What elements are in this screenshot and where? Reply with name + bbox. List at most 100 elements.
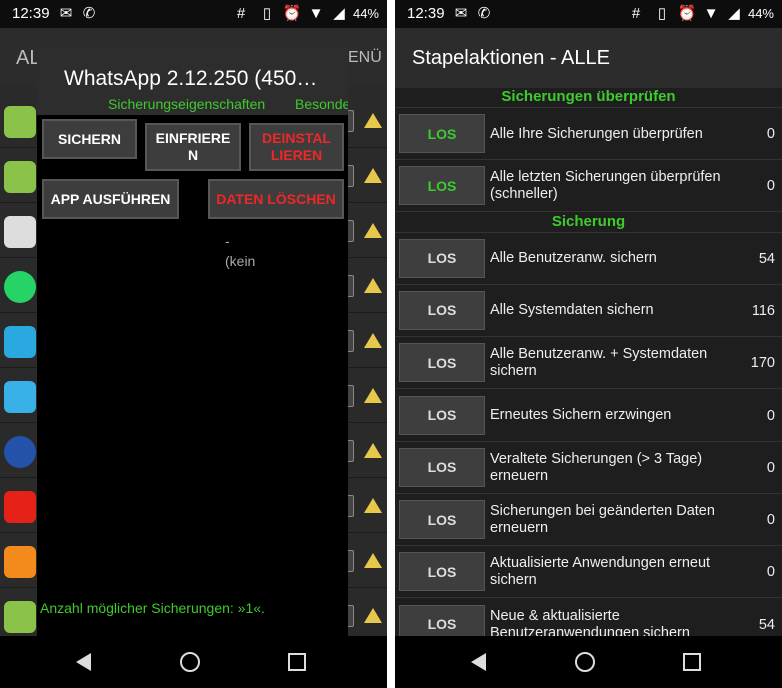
action-count: 54 — [758, 250, 775, 267]
los-button[interactable]: LOS — [399, 343, 485, 383]
batch-action-row: LOS Alle Ihre Sicherungen überprüfen 0 — [395, 108, 782, 160]
recents-icon[interactable] — [288, 653, 306, 671]
batch-action-row: LOS Alle Benutzeranw. + Systemdaten siche… — [395, 337, 782, 390]
los-button[interactable]: LOS — [399, 500, 485, 540]
batch-action-row: LOS Alle Benutzeranw. sichern 54 — [395, 233, 782, 285]
signal-icon: ◢ — [333, 5, 345, 22]
action-label: Alle Systemdaten sichern — [490, 302, 654, 319]
warning-icon — [364, 113, 382, 128]
android-icon — [4, 106, 36, 138]
warning-icon — [364, 333, 382, 348]
battery-percent: 44% — [747, 6, 774, 21]
status-bar: 12:39 ✉ ✆ # ▯ ⏰ ▼ ◢ 44% — [0, 0, 387, 28]
action-count: 0 — [766, 126, 775, 142]
warning-icon — [364, 223, 382, 238]
alarm-icon: ⏰ — [282, 5, 302, 22]
android-icon — [4, 601, 36, 633]
dialog-none-text: (kein — [225, 253, 255, 269]
los-button[interactable]: LOS — [399, 114, 485, 153]
mail-icon: ✉ — [59, 5, 73, 22]
page-title: Stapelaktionen - ALLE — [412, 47, 610, 69]
los-button[interactable]: LOS — [399, 166, 485, 206]
section-header: Sicherung — [395, 213, 782, 233]
dialog-header: WhatsApp 2.12.250 (450… Sicherungseigens… — [37, 45, 348, 115]
batch-action-row: LOS Neue & aktualisierte Benutzeranwendun… — [395, 599, 782, 636]
youtube-icon — [4, 491, 36, 523]
los-button[interactable]: LOS — [399, 552, 485, 592]
home-icon[interactable] — [575, 652, 595, 672]
tab-special[interactable]: Besonde — [295, 96, 348, 112]
batch-action-row: LOS Veraltete Sicherungen (> 3 Tage) erne… — [395, 442, 782, 494]
phone-icon: ✆ — [477, 5, 491, 22]
freeze-button[interactable]: EINFRIERE N — [145, 123, 241, 171]
run-app-button[interactable]: APP AUSFÜHREN — [42, 179, 179, 219]
action-label: Alle Benutzeranw. sichern — [490, 250, 657, 267]
mail-icon: ✉ — [454, 5, 468, 22]
dialog-title: WhatsApp 2.12.250 (450… — [64, 67, 318, 90]
navigation-bar — [0, 636, 387, 688]
alarm-icon: ⏰ — [677, 5, 697, 22]
action-label: Aktualisierte Anwendungen erneut sichern — [490, 555, 711, 589]
los-button[interactable]: LOS — [399, 447, 485, 487]
left-phone-screen: 12:39 ✉ ✆ # ▯ ⏰ ▼ ◢ 44% AL ENÜ WhatsApp … — [0, 0, 387, 688]
warning-icon — [364, 553, 382, 568]
lock-icon — [4, 326, 36, 358]
wifi-icon: ▼ — [308, 4, 324, 22]
warning-icon — [364, 278, 382, 293]
action-count: 0 — [766, 512, 775, 529]
compass-icon — [4, 436, 36, 468]
warning-icon — [364, 388, 382, 403]
right-phone-screen: 12:39 ✉ ✆ # ▯ ⏰ ▼ ◢ 44% Stapelaktionen -… — [395, 0, 782, 688]
action-label: Sicherungen bei geänderten Daten erneuer… — [490, 503, 715, 537]
batch-action-list: Sicherungen überprüfen LOS Alle Ihre Siche… — [395, 88, 782, 636]
backup-button[interactable]: SICHERN — [42, 119, 137, 159]
warning-icon — [364, 608, 382, 623]
back-icon[interactable] — [471, 653, 486, 671]
action-label: Neue & aktualisierte Benutzeranwendungen… — [490, 607, 690, 636]
action-count: 0 — [766, 564, 775, 581]
signal-icon: ◢ — [728, 5, 740, 22]
action-count: 0 — [766, 459, 775, 476]
recents-icon[interactable] — [683, 653, 701, 671]
hash-icon: # — [631, 4, 641, 22]
battery-percent: 44% — [352, 6, 379, 21]
los-button[interactable]: LOS — [399, 290, 485, 330]
apps-icon — [4, 381, 36, 413]
status-time: 12:39 — [12, 5, 50, 22]
action-label: Alle Benutzeranw. + Systemdaten sichern — [490, 346, 708, 380]
status-time: 12:39 — [407, 5, 445, 22]
warning-icon — [364, 443, 382, 458]
action-count: 0 — [766, 407, 775, 424]
batch-action-row: LOS Erneutes Sichern erzwingen 0 — [395, 390, 782, 442]
navigation-bar — [395, 636, 782, 688]
app-dialog: WhatsApp 2.12.250 (450… Sicherungseigens… — [37, 45, 348, 636]
los-button[interactable]: LOS — [399, 604, 485, 636]
los-button[interactable]: LOS — [399, 395, 485, 435]
backup-count-text: Anzahl möglicher Sicherungen: »1«. — [40, 600, 265, 616]
action-count: 0 — [766, 178, 775, 195]
wipe-data-button[interactable]: DATEN LÖSCHEN — [208, 179, 344, 219]
action-label: Alle Ihre Sicherungen überprüfen — [490, 125, 703, 142]
action-label: Alle letzten Sicherungen überprüfen (sch… — [490, 169, 721, 203]
dialog-dash: - — [225, 233, 230, 249]
action-label: Erneutes Sichern erzwingen — [490, 407, 672, 423]
background-menu[interactable]: ENÜ — [348, 49, 382, 67]
tab-backup-properties[interactable]: Sicherungseigenschaften — [108, 96, 265, 112]
zdf-icon — [4, 546, 36, 578]
action-count: 54 — [758, 616, 775, 633]
warning-icon — [364, 498, 382, 513]
back-icon[interactable] — [76, 653, 91, 671]
uninstall-button[interactable]: DEINSTAL LIEREN — [249, 123, 344, 171]
whatsapp-icon — [4, 271, 36, 303]
phone-icon: ✆ — [82, 5, 96, 22]
batch-action-row: LOS Sicherungen bei geänderten Daten erne… — [395, 494, 782, 547]
action-label: Veraltete Sicherungen (> 3 Tage) erneuer… — [490, 450, 703, 484]
android-icon — [4, 161, 36, 193]
los-button[interactable]: LOS — [399, 238, 485, 278]
warning-icon — [364, 168, 382, 183]
action-count: 170 — [750, 355, 775, 372]
home-icon[interactable] — [180, 652, 200, 672]
batch-action-row: LOS Aktualisierte Anwendungen erneut sich… — [395, 546, 782, 599]
batch-action-row: LOS Alle letzten Sicherungen überprüfen (… — [395, 160, 782, 213]
status-bar: 12:39 ✉ ✆ # ▯ ⏰ ▼ ◢ 44% — [395, 0, 782, 28]
